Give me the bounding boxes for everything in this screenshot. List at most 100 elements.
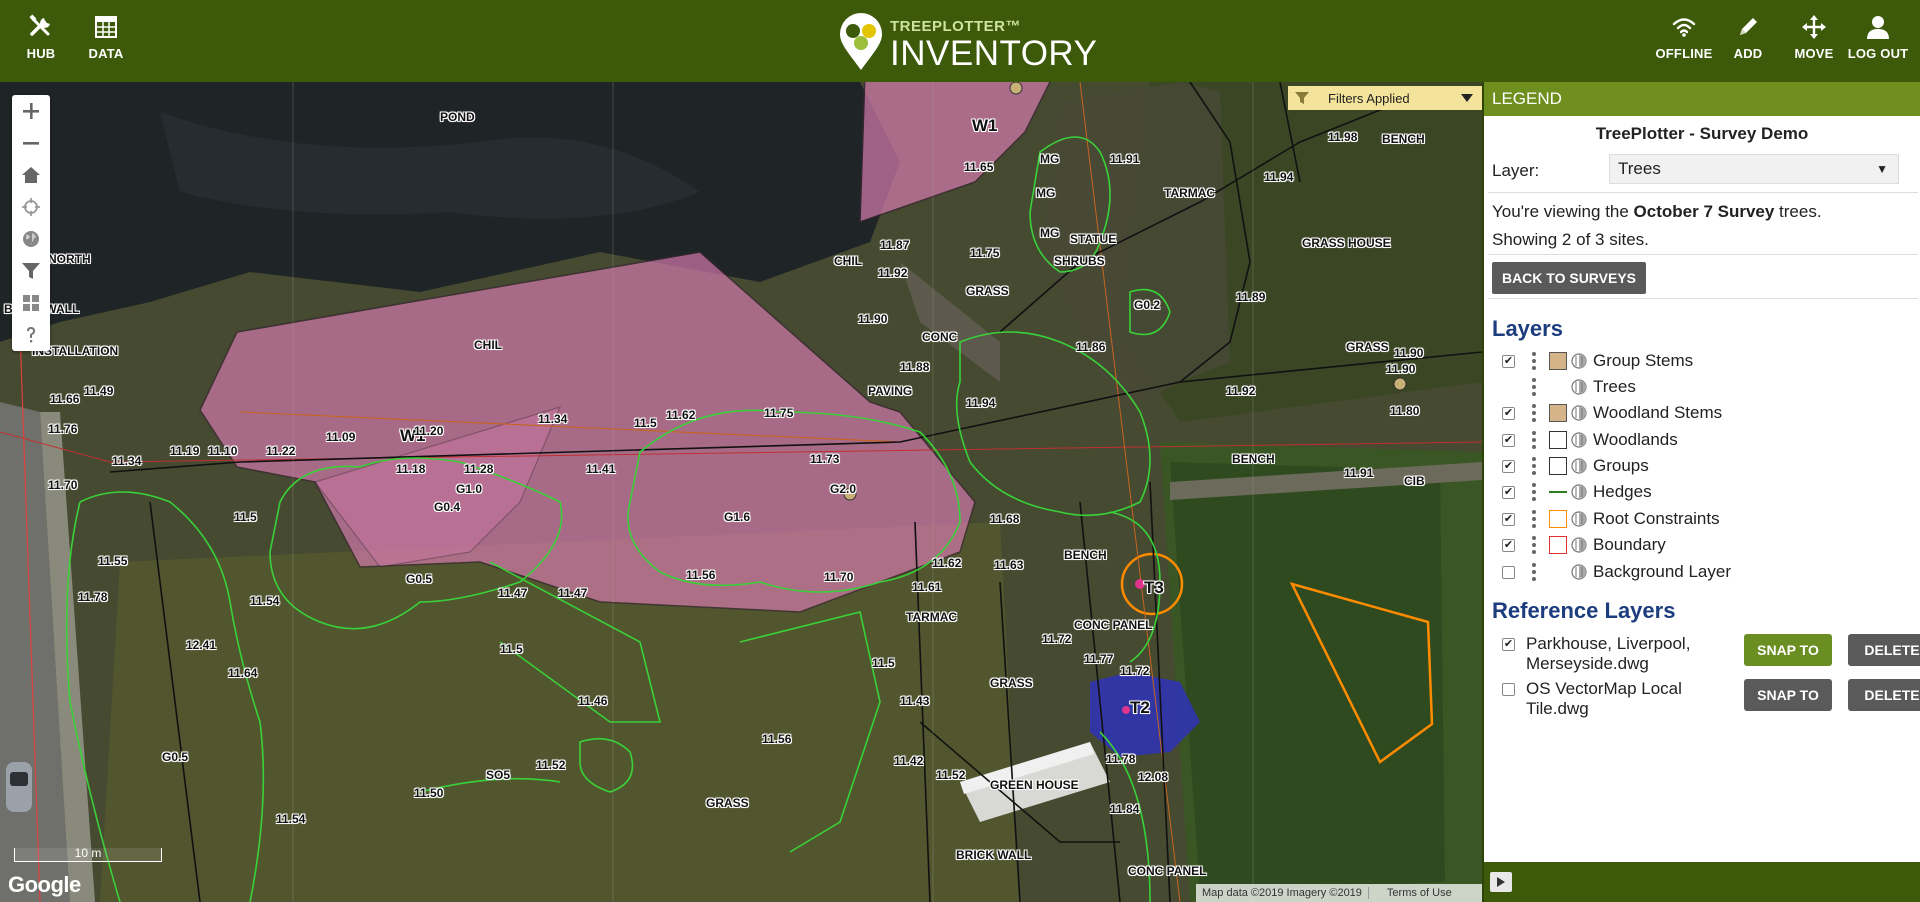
opacity-icon[interactable] <box>1571 405 1587 421</box>
pencil-icon <box>1740 18 1757 35</box>
drag-handle-icon[interactable] <box>1529 483 1539 501</box>
legend-survey-title: TreePlotter - Survey Demo <box>1595 124 1809 143</box>
delete-reference-button[interactable]: DELETE <box>1848 679 1920 711</box>
opacity-icon[interactable] <box>1571 537 1587 553</box>
filter-button[interactable] <box>12 255 50 287</box>
move-button[interactable]: MOVE <box>1778 14 1850 61</box>
drag-handle-icon[interactable] <box>1529 457 1539 475</box>
viewing-line: You're viewing the October 7 Survey tree… <box>1492 198 1822 226</box>
viewing-prefix: You're viewing the <box>1492 202 1634 221</box>
hub-button[interactable]: HUB <box>5 14 77 61</box>
layer-visibility-checkbox[interactable]: ✔ <box>1502 406 1515 420</box>
layer-name: Group Stems <box>1593 351 1694 370</box>
delete-reference-button[interactable]: DELETE <box>1848 634 1920 666</box>
map-scale-bar: 10 m <box>14 847 162 862</box>
logout-button[interactable]: LOG OUT <box>1842 14 1914 61</box>
zoom-out-button[interactable] <box>12 127 50 159</box>
layer-visibility-checkbox[interactable]: ✔ <box>1502 485 1515 499</box>
logo-brand: TREEPLOTTER™ <box>890 18 1022 35</box>
hub-label: HUB <box>26 46 56 61</box>
data-button[interactable]: DATA <box>70 14 142 61</box>
layer-name: Root Constraints <box>1593 509 1720 528</box>
survey-summary: You're viewing the October 7 Survey tree… <box>1492 198 1822 254</box>
offline-button[interactable]: OFFLINE <box>1648 14 1720 61</box>
legend-footer <box>1484 862 1920 902</box>
layer-visibility-checkbox[interactable]: ✔ <box>1502 354 1515 368</box>
map-toolbar <box>12 95 50 351</box>
layer-visibility-checkbox[interactable] <box>1502 565 1515 579</box>
drag-handle-icon[interactable] <box>1529 431 1539 449</box>
back-to-surveys-button[interactable]: BACK TO SURVEYS <box>1492 262 1646 294</box>
opacity-icon[interactable] <box>1571 564 1587 580</box>
zoom-in-button[interactable] <box>12 95 50 127</box>
data-label: DATA <box>88 46 124 61</box>
locate-button[interactable] <box>12 191 50 223</box>
drag-handle-icon[interactable] <box>1529 378 1539 396</box>
layer-row: ✔ Boundary <box>1502 532 1902 558</box>
snap-to-button[interactable]: SNAP TO <box>1744 634 1832 666</box>
basemap-button[interactable] <box>12 223 50 255</box>
layer-select-value: Trees <box>1618 159 1661 178</box>
map-pin-logo-icon <box>840 13 882 70</box>
layer-visibility-checkbox[interactable]: ✔ <box>1502 433 1515 447</box>
google-logo: Google <box>8 872 81 897</box>
layer-row: ✔ Root Constraints <box>1502 506 1902 532</box>
reference-layers-title: Reference Layers <box>1492 598 1676 623</box>
help-button[interactable] <box>12 319 50 351</box>
legend-header: LEGEND <box>1484 82 1920 116</box>
plus-icon <box>23 103 39 119</box>
app-logo: TREEPLOTTER™ INVENTORY <box>838 10 1097 73</box>
drag-handle-icon[interactable] <box>1529 404 1539 422</box>
layer-name: Trees <box>1593 377 1636 396</box>
add-button[interactable]: ADD <box>1712 14 1784 61</box>
grid-button[interactable] <box>12 287 50 319</box>
reference-layer-checkbox[interactable] <box>1502 683 1515 696</box>
drag-handle-icon[interactable] <box>1529 510 1539 528</box>
showing-sites: Showing 2 of 3 sites. <box>1492 230 1649 249</box>
layer-swatch <box>1549 352 1567 370</box>
legend-divider <box>1488 298 1918 299</box>
opacity-icon[interactable] <box>1571 511 1587 527</box>
layer-row: ✔ Group Stems <box>1502 348 1902 374</box>
filters-applied-dropdown[interactable]: Filters Applied <box>1288 86 1482 110</box>
select-caret-icon: ▼ <box>1876 162 1888 176</box>
move-icon <box>1802 15 1826 39</box>
layer-row: ✔ Hedges <box>1502 479 1902 505</box>
reference-layer-checkbox[interactable]: ✔ <box>1502 638 1515 651</box>
layer-select[interactable]: Trees ▼ <box>1609 154 1899 184</box>
opacity-icon[interactable] <box>1571 353 1587 369</box>
legend-panel: LEGEND TreePlotter - Survey Demo Layer: … <box>1482 82 1920 902</box>
layer-row: ✔ Groups <box>1502 453 1902 479</box>
map-canvas[interactable]: PONDW1W1T3T2BRICK WALLINSTALLATIONNORTHC… <box>0 82 1482 902</box>
snap-to-button[interactable]: SNAP TO <box>1744 679 1832 711</box>
logout-label: LOG OUT <box>1847 46 1909 61</box>
layer-visibility-checkbox[interactable]: ✔ <box>1502 512 1515 526</box>
credit-separator <box>1367 887 1381 899</box>
drag-handle-icon[interactable] <box>1529 536 1539 554</box>
layer-visibility-checkbox[interactable]: ✔ <box>1502 538 1515 552</box>
opacity-icon[interactable] <box>1571 484 1587 500</box>
drag-handle-icon[interactable] <box>1529 563 1539 581</box>
opacity-icon[interactable] <box>1571 432 1587 448</box>
opacity-icon[interactable] <box>1571 458 1587 474</box>
map-imagery <box>0 82 1482 902</box>
filter-icon <box>22 263 40 279</box>
layer-swatch <box>1549 563 1567 581</box>
collapse-panel-button[interactable] <box>1490 872 1512 892</box>
home-button[interactable] <box>12 159 50 191</box>
user-icon <box>1867 16 1889 39</box>
crosshair-icon <box>22 198 40 216</box>
table-icon <box>95 16 117 38</box>
top-navigation-bar: HUB DATA TREEPLOTTER™ INVENTORY OFFLINE … <box>0 0 1920 82</box>
layer-select-label: Layer: <box>1492 161 1540 180</box>
play-icon <box>1497 877 1505 887</box>
drag-handle-icon[interactable] <box>1529 352 1539 370</box>
wifi-icon <box>1672 18 1696 37</box>
terms-of-use-link[interactable]: Terms of Use <box>1381 887 1458 899</box>
opacity-icon[interactable] <box>1571 379 1587 395</box>
layer-name: Hedges <box>1593 482 1652 501</box>
layer-visibility-checkbox[interactable]: ✔ <box>1502 459 1515 473</box>
viewing-suffix: trees. <box>1774 202 1822 221</box>
tools-icon <box>29 14 50 36</box>
legend-divider <box>1488 254 1918 255</box>
